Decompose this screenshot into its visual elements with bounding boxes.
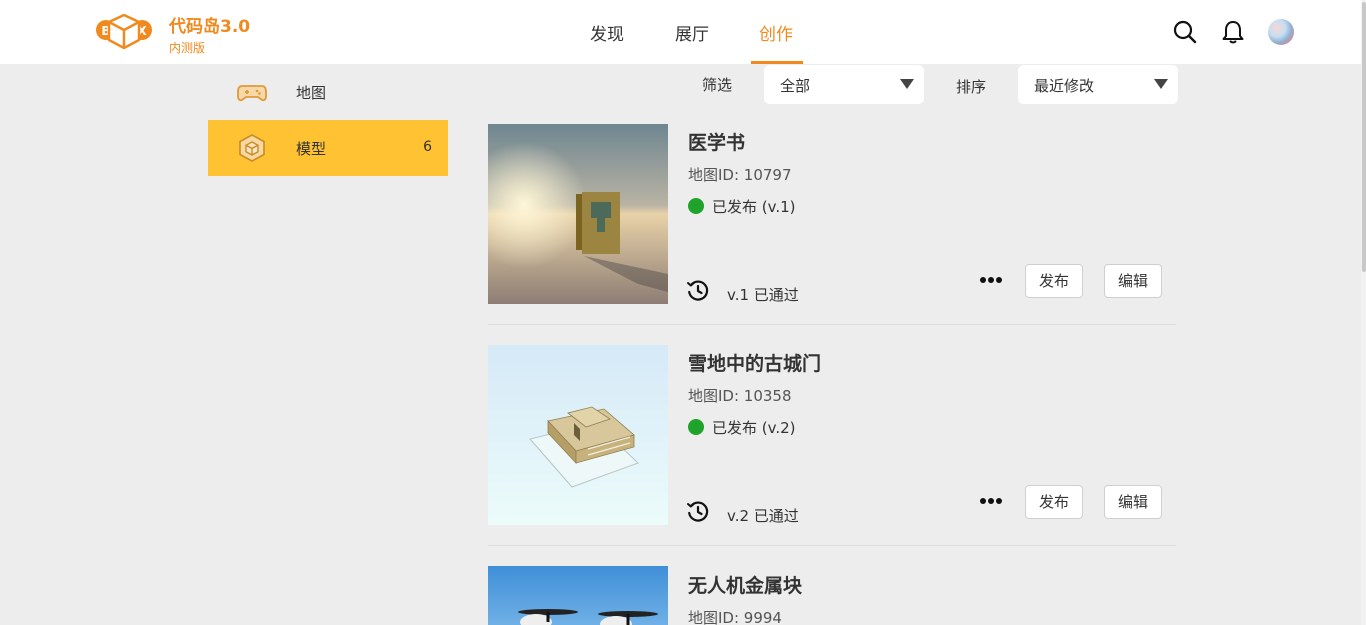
top-header: B X 代码岛3.0 内测版 发现 展厅 创作	[0, 0, 1366, 64]
nav-discover[interactable]: 发现	[590, 20, 624, 45]
caret-down-icon	[1154, 79, 1168, 89]
card-title: 医学书	[688, 132, 746, 154]
sidebar-item-count: 6	[423, 139, 432, 155]
sidebar-item-label: 模型	[296, 140, 327, 158]
gamepad-icon	[237, 85, 267, 102]
filter-select-value: 全部	[780, 77, 811, 95]
publish-button[interactable]: 发布	[1025, 485, 1083, 519]
model-thumbnail[interactable]	[488, 566, 668, 625]
model-card: 雪地中的古城门 地图ID: 10358 已发布 (v.2) v.2 已通过 发布…	[488, 345, 1176, 525]
card-status: 已发布 (v.1)	[712, 198, 796, 216]
card-title: 无人机金属块	[688, 575, 803, 597]
more-options-icon[interactable]	[978, 489, 1004, 513]
nav-gallery[interactable]: 展厅	[675, 20, 709, 45]
logo-icon[interactable]: B X	[95, 14, 153, 50]
sidebar-item-model[interactable]: 模型 6	[208, 120, 448, 176]
edit-button[interactable]: 编辑	[1104, 264, 1162, 298]
search-icon[interactable]	[1171, 18, 1199, 46]
bell-icon[interactable]	[1219, 18, 1247, 46]
sort-select[interactable]: 最近修改	[1018, 65, 1178, 104]
nav-active-indicator	[751, 61, 803, 64]
publish-button[interactable]: 发布	[1025, 264, 1083, 298]
filter-select[interactable]: 全部	[764, 65, 924, 104]
more-options-icon[interactable]	[978, 268, 1004, 292]
card-status: 已发布 (v.2)	[712, 419, 796, 437]
nav-create[interactable]: 创作	[759, 20, 793, 45]
model-thumbnail[interactable]	[488, 345, 668, 525]
history-icon	[687, 280, 709, 301]
edit-button[interactable]: 编辑	[1104, 485, 1162, 519]
card-map-id: 地图ID: 9994	[688, 609, 782, 625]
cube-icon	[239, 134, 265, 162]
sidebar-item-label: 地图	[296, 84, 327, 102]
status-published-dot	[688, 419, 704, 435]
card-review-status: v.1 已通过	[727, 286, 799, 304]
model-card: 医学书 地图ID: 10797 已发布 (v.1) v.1 已通过 发布 编辑	[488, 124, 1176, 304]
model-card: 无人机金属块 地图ID: 9994	[488, 566, 1176, 625]
card-title: 雪地中的古城门	[688, 353, 822, 375]
avatar[interactable]	[1268, 19, 1294, 45]
caret-down-icon	[900, 79, 914, 89]
brand-subtitle: 内测版	[169, 41, 206, 55]
history-icon	[687, 501, 709, 522]
card-map-id: 地图ID: 10797	[688, 166, 792, 184]
page-scrollbar-thumb[interactable]	[1362, 2, 1366, 272]
sidebar-item-map[interactable]: 地图	[208, 64, 448, 120]
filter-label: 筛选	[702, 76, 733, 94]
card-review-status: v.2 已通过	[727, 507, 799, 525]
model-thumbnail[interactable]	[488, 124, 668, 304]
status-published-dot	[688, 198, 704, 214]
brand-title: 代码岛3.0	[169, 17, 251, 37]
card-divider	[488, 545, 1176, 546]
card-divider	[488, 324, 1176, 325]
sort-label: 排序	[956, 78, 987, 96]
card-map-id: 地图ID: 10358	[688, 387, 792, 405]
sort-select-value: 最近修改	[1034, 77, 1095, 95]
